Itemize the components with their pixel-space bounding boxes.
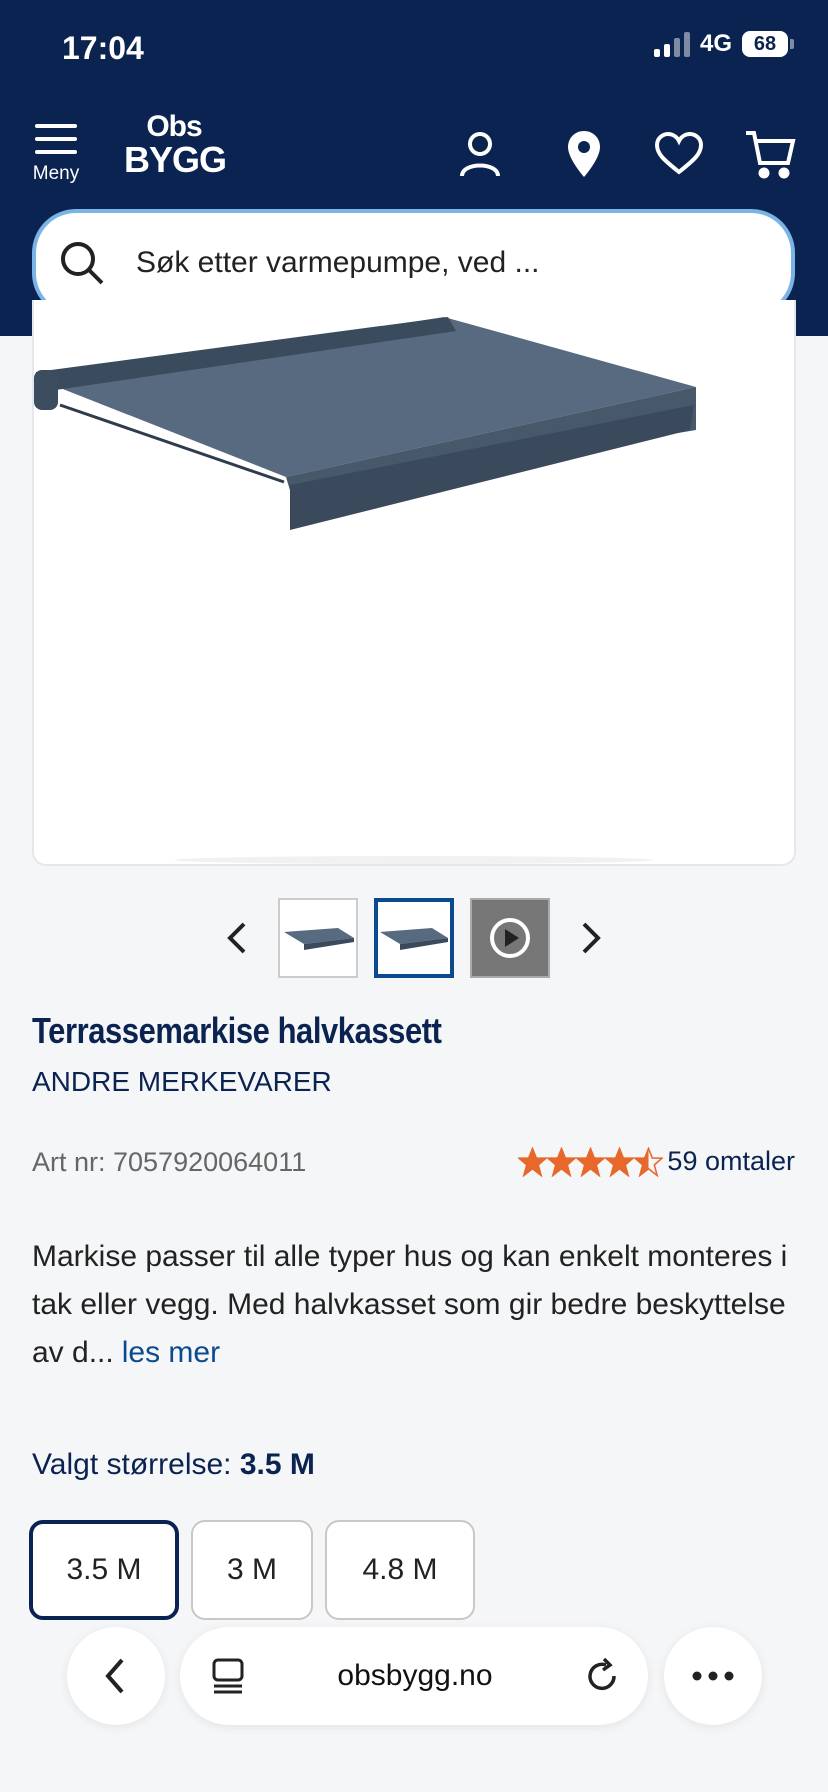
size-option-3[interactable]: 3 M bbox=[191, 1520, 313, 1620]
network-type: 4G bbox=[699, 30, 732, 57]
browser-back-button[interactable] bbox=[67, 1627, 165, 1725]
size-option-4-8[interactable]: 4.8 M bbox=[325, 1520, 475, 1620]
star-icon bbox=[547, 1146, 577, 1177]
read-more-link[interactable]: les mer bbox=[122, 1336, 220, 1369]
chevron-left-icon bbox=[105, 1658, 124, 1694]
size-options: 3.5 M 3 M 4.8 M bbox=[29, 1520, 475, 1620]
status-indicators: 4G 68 bbox=[653, 30, 794, 58]
hamburger-icon bbox=[35, 124, 77, 163]
chevron-right-icon[interactable] bbox=[570, 918, 610, 958]
product-rating[interactable]: 59 omtaler bbox=[518, 1146, 795, 1177]
review-count[interactable]: 59 omtaler bbox=[667, 1146, 795, 1177]
battery-icon: 68 bbox=[742, 31, 794, 57]
reload-icon[interactable] bbox=[582, 1656, 622, 1696]
ellipsis-icon bbox=[692, 1671, 734, 1681]
browser-address-bar[interactable]: obsbygg.no bbox=[180, 1627, 648, 1725]
search-icon bbox=[61, 242, 104, 285]
star-icon bbox=[634, 1146, 664, 1177]
thumbnail-2[interactable] bbox=[374, 898, 454, 978]
star-icon bbox=[518, 1146, 548, 1177]
star-icon bbox=[576, 1146, 606, 1177]
star-icon bbox=[605, 1146, 635, 1177]
url-text[interactable]: obsbygg.no bbox=[248, 1659, 582, 1693]
article-number: Art nr: 7057920064011 bbox=[32, 1147, 307, 1177]
heart-icon[interactable] bbox=[651, 126, 707, 182]
selected-size-label: Valgt størrelse: 3.5 M bbox=[32, 1448, 315, 1481]
awning-image bbox=[34, 317, 696, 864]
battery-level: 68 bbox=[742, 31, 788, 57]
play-icon bbox=[490, 918, 530, 958]
account-icon[interactable] bbox=[452, 126, 508, 182]
page-menu-icon[interactable] bbox=[208, 1656, 248, 1696]
thumbnail-1[interactable] bbox=[278, 898, 358, 978]
search-input[interactable] bbox=[136, 246, 756, 280]
site-header: 17:04 4G 68 Meny Obs BYGG bbox=[0, 0, 828, 336]
rating-stars bbox=[518, 1146, 664, 1177]
menu-label: Meny bbox=[32, 163, 80, 184]
product-description: Markise passer til alle typer hus og kan… bbox=[32, 1233, 802, 1377]
menu-button[interactable]: Meny bbox=[30, 124, 82, 185]
status-bar: 17:04 4G 68 bbox=[0, 0, 828, 100]
product-brand[interactable]: ANDRE MERKEVARER bbox=[32, 1066, 332, 1098]
image-thumbnails bbox=[0, 898, 828, 980]
location-pin-icon[interactable] bbox=[556, 126, 612, 182]
size-option-3-5[interactable]: 3.5 M bbox=[29, 1520, 179, 1620]
cart-icon[interactable] bbox=[742, 126, 798, 182]
more-options-button[interactable] bbox=[664, 1627, 762, 1725]
chevron-left-icon[interactable] bbox=[218, 918, 258, 958]
status-time: 17:04 bbox=[62, 30, 144, 66]
product-title: Terrassemarkise halvkassett bbox=[32, 1010, 442, 1051]
product-image[interactable] bbox=[32, 300, 796, 866]
obs-bygg-logo[interactable]: Obs BYGG bbox=[124, 112, 227, 178]
signal-icon bbox=[653, 31, 690, 57]
video-thumbnail[interactable] bbox=[470, 898, 550, 978]
selected-size-value: 3.5 M bbox=[239, 1448, 315, 1481]
